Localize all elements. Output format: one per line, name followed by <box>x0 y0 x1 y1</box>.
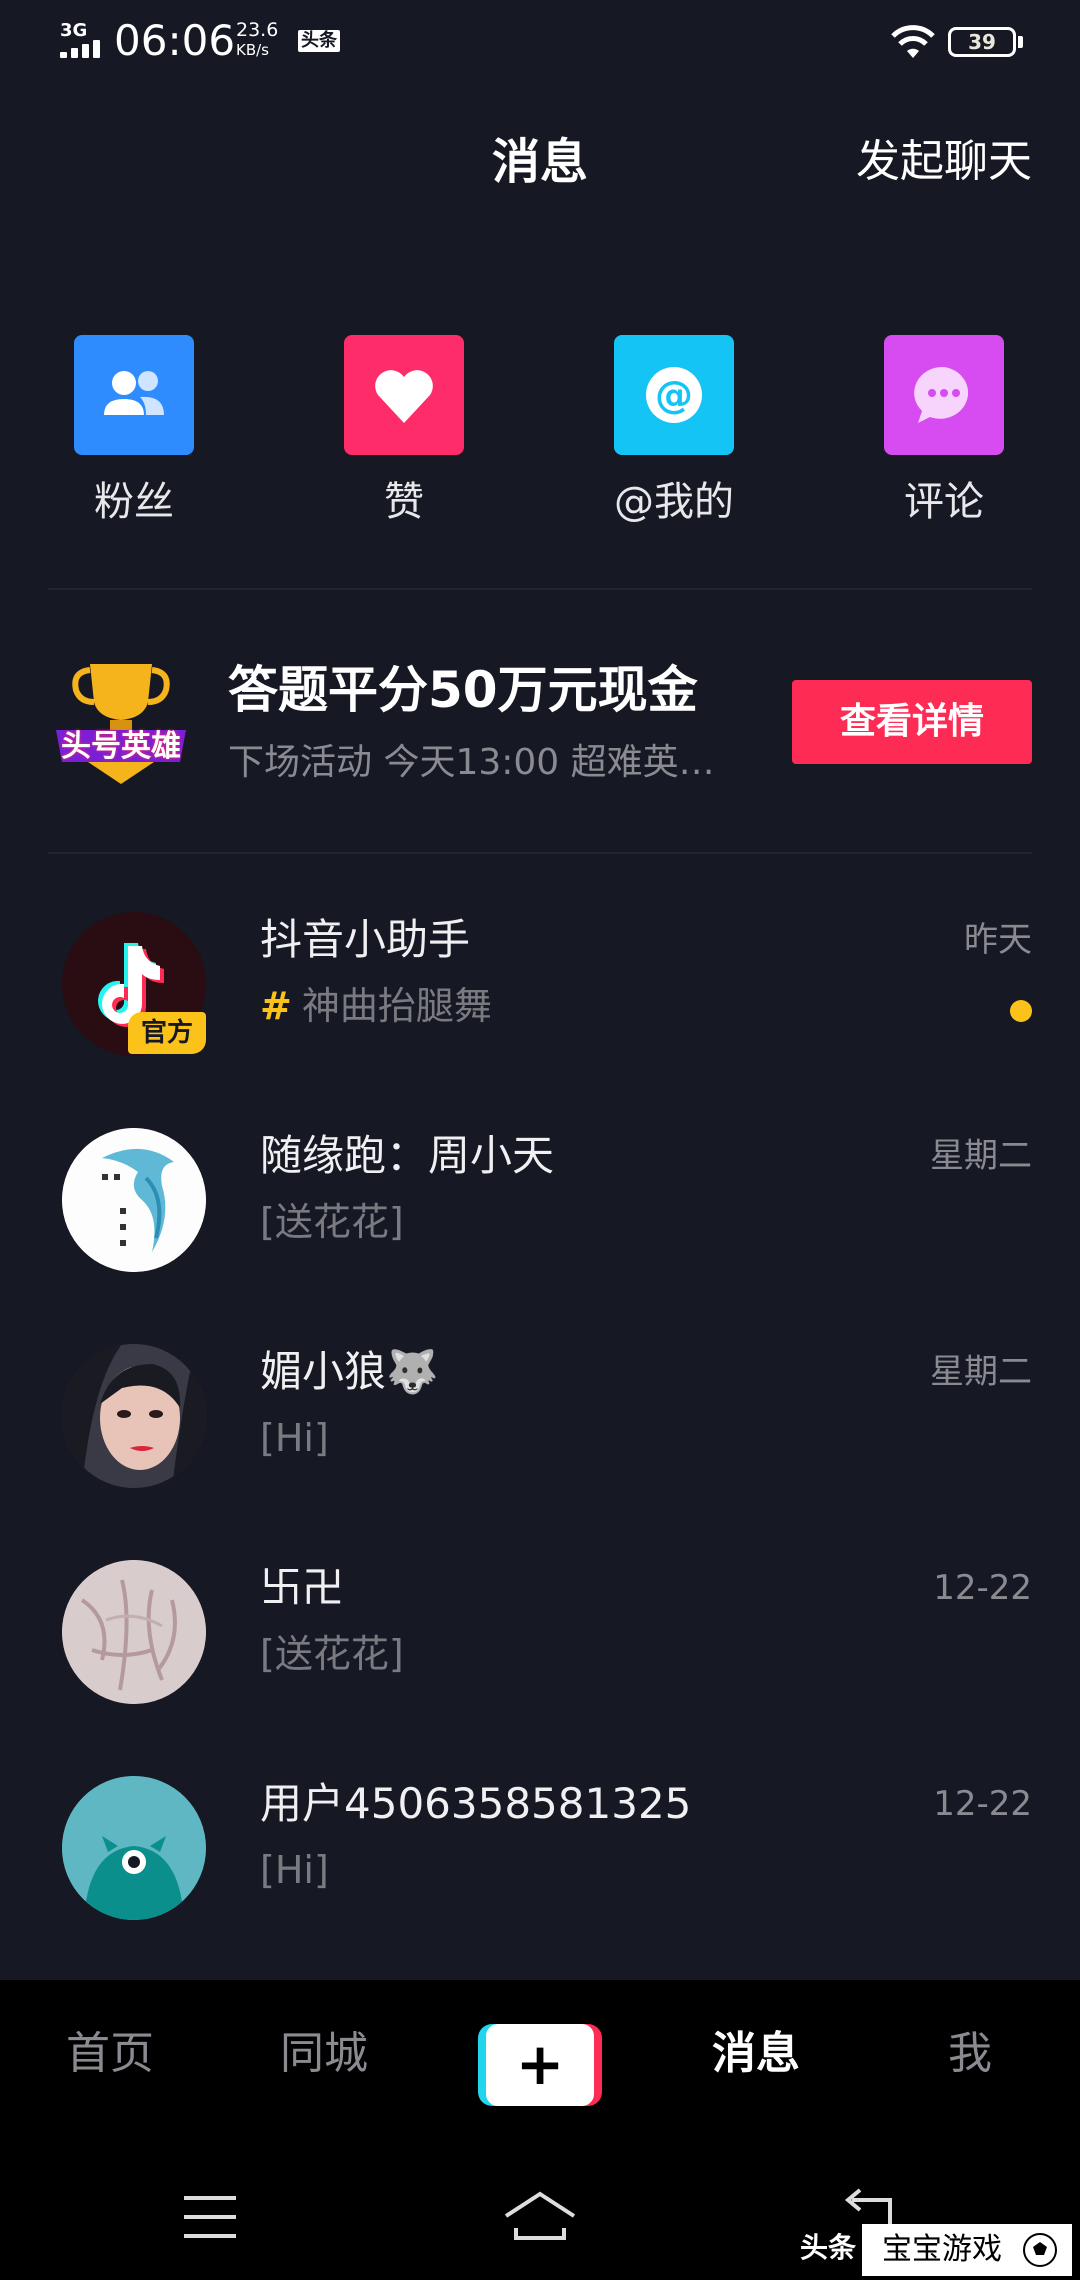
avatar <box>62 1776 206 1920</box>
nav-me[interactable]: 我 <box>900 2024 1040 2084</box>
clock: 06:06 <box>114 16 236 65</box>
category-label: @我的 <box>614 479 734 525</box>
plus-icon: + <box>486 2024 594 2106</box>
speed-unit: KB/s <box>236 41 269 59</box>
default-avatar-icon <box>62 1776 206 1920</box>
contact-name: 随缘跑：周小天 <box>260 1131 555 1180</box>
contact-name: 卐卍 <box>260 1563 345 1612</box>
official-badge: 官方 <box>128 1012 206 1054</box>
list-item[interactable]: 媚小狼🐺 [Hi] 星期二 <box>0 1344 1080 1524</box>
category-mentions[interactable]: @ @我的 <box>594 335 754 527</box>
list-item[interactable]: 卐卍 [送花花] 12-22 <box>0 1560 1080 1740</box>
contact-name: 用户4506358581325 <box>260 1779 692 1828</box>
speed-value: 23.6 <box>236 19 279 41</box>
message-time: 昨天 <box>964 920 1032 960</box>
create-button[interactable]: + <box>478 2024 602 2106</box>
at-icon: @ <box>614 335 734 455</box>
heart-icon <box>344 335 464 455</box>
promo-subtitle: 下场活动 今天13:00 超难英… <box>228 742 715 783</box>
preview-text: 神曲抬腿舞 <box>301 984 492 1028</box>
network-speed: 23.6 KB/s <box>236 20 278 60</box>
message-preview: [Hi] <box>260 1416 329 1460</box>
avatar <box>62 1560 206 1704</box>
home-icon[interactable] <box>502 2190 578 2242</box>
message-time: 星期二 <box>930 1352 1032 1392</box>
message-time: 12-22 <box>933 1568 1032 1608</box>
contact-name: 抖音小助手 <box>260 915 471 964</box>
nav-nearby[interactable]: 同城 <box>254 2024 394 2084</box>
avatar <box>62 1128 206 1272</box>
category-fans[interactable]: 粉丝 <box>54 335 214 527</box>
category-label: 评论 <box>904 479 984 525</box>
watermark-text: 宝宝游戏 <box>882 2232 1002 2267</box>
view-details-button[interactable]: 查看详情 <box>792 680 1032 764</box>
nav-home[interactable]: 首页 <box>40 2024 180 2084</box>
start-chat-button[interactable]: 发起聊天 <box>856 132 1032 192</box>
battery-level: 39 <box>968 30 996 54</box>
network-type: 3G <box>60 20 88 41</box>
soccer-ball-icon <box>1023 2233 1057 2267</box>
divider <box>48 852 1032 854</box>
hashtag-icon: # <box>260 984 292 1028</box>
svg-text:@: @ <box>655 373 693 417</box>
battery-icon: 39 <box>948 27 1016 57</box>
fans-icon <box>74 335 194 455</box>
contact-name: 媚小狼🐺 <box>260 1347 439 1396</box>
category-comments[interactable]: 评论 <box>864 335 1024 527</box>
category-likes[interactable]: 赞 <box>324 335 484 527</box>
avatar <box>62 1344 206 1488</box>
menu-icon[interactable] <box>182 2194 238 2240</box>
message-preview: [送花花] <box>260 1632 404 1676</box>
wifi-icon <box>891 25 935 58</box>
message-preview: [Hi] <box>260 1848 329 1892</box>
category-label: 粉丝 <box>94 479 174 525</box>
message-time: 12-22 <box>933 1784 1032 1824</box>
list-item[interactable]: 用户4506358581325 [Hi] 12-22 <box>0 1776 1080 1956</box>
promo-logo-text: 头号英雄 <box>61 729 181 764</box>
category-label: 赞 <box>384 479 424 525</box>
toutiao-notification-icon: 头条 <box>298 30 340 52</box>
signal-icon <box>60 40 104 58</box>
comment-icon <box>884 335 1004 455</box>
unread-dot <box>1010 1000 1032 1022</box>
promo-logo: 头号英雄 <box>48 650 194 796</box>
divider <box>48 588 1032 590</box>
list-item[interactable]: 官方 抖音小助手 # 神曲抬腿舞 昨天 <box>0 912 1080 1092</box>
message-time: 星期二 <box>930 1136 1032 1176</box>
watermark-left: 头条 <box>800 2231 857 2264</box>
battery-cap <box>1018 36 1023 48</box>
bottom-nav: 首页 同城 + 消息 我 <box>0 1980 1080 2160</box>
message-preview: [送花花] <box>260 1200 404 1244</box>
list-item[interactable]: 随缘跑：周小天 [送花花] 星期二 <box>0 1128 1080 1308</box>
promo-title: 答题平分50万元现金 <box>228 661 698 719</box>
nav-messages[interactable]: 消息 <box>686 2024 826 2084</box>
message-preview: # 神曲抬腿舞 <box>260 980 492 1032</box>
watermark: 宝宝游戏 <box>862 2224 1072 2276</box>
status-bar: 3G 06:06 23.6 KB/s 头条 39 <box>0 0 1080 90</box>
